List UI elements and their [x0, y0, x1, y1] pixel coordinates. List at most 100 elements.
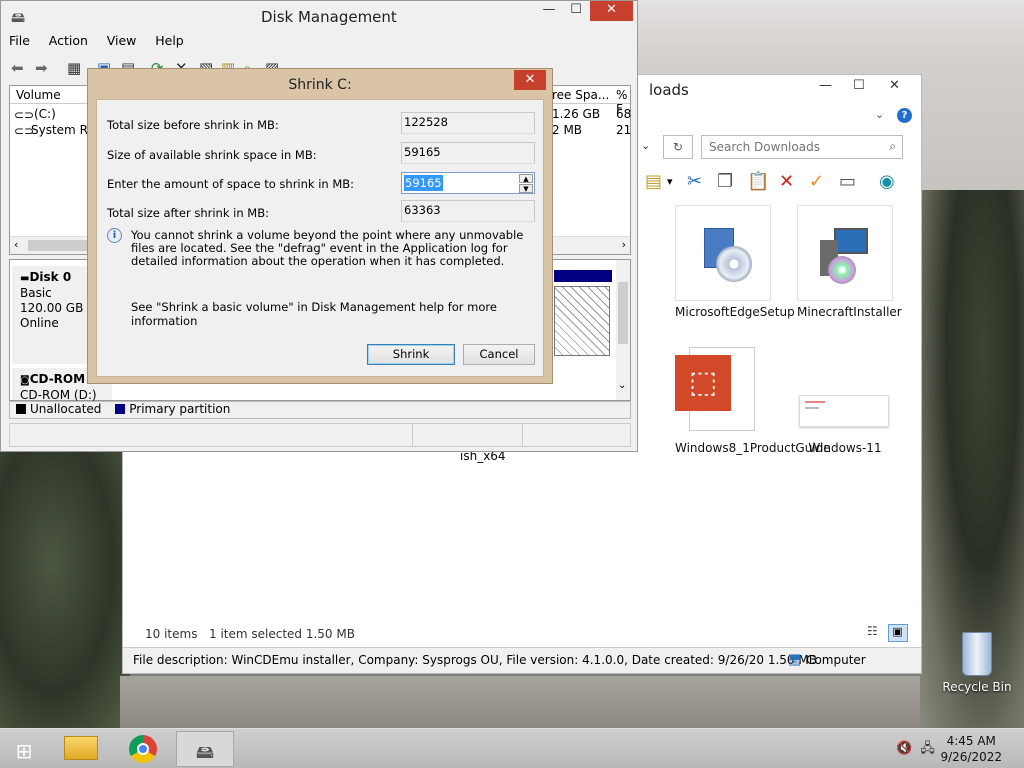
- file-name: Windows-11: [808, 441, 882, 455]
- chrome-icon: [129, 735, 157, 763]
- recycle-bin-icon: [962, 632, 992, 676]
- menu-file[interactable]: File: [9, 33, 30, 48]
- free-space: 2 MB: [552, 123, 583, 137]
- paste-icon[interactable]: 📋: [747, 171, 769, 192]
- show-hide-tree-icon[interactable]: ▦: [67, 59, 81, 77]
- dialog-close-button[interactable]: ✕: [514, 70, 546, 90]
- help-icon[interactable]: ?: [897, 108, 912, 123]
- refresh-button[interactable]: ↻: [663, 135, 693, 159]
- computer-icon: 🖥: [787, 653, 803, 667]
- system-tray: 🔇 🖧: [896, 739, 935, 761]
- taskbar-disk-management[interactable]: 🖴: [176, 731, 234, 767]
- cdrom-name-text: CD-ROM: [29, 372, 86, 386]
- column-free-space[interactable]: ree Spa...: [552, 88, 609, 102]
- menu-help[interactable]: Help: [155, 33, 184, 48]
- back-arrow-icon[interactable]: ⬅: [11, 59, 24, 77]
- volume-name: (C:): [34, 107, 56, 121]
- large-icons-view-icon[interactable]: ▣: [887, 624, 908, 642]
- dm-close-button[interactable]: ✕: [590, 1, 633, 21]
- properties-icon[interactable]: ▤: [645, 171, 662, 192]
- address-dropdown-chevron-icon[interactable]: ⌄: [641, 139, 650, 152]
- view-buttons: ☷ ▣: [867, 624, 908, 642]
- search-input[interactable]: [702, 136, 872, 158]
- cdrom-icon: ◙: [20, 375, 30, 386]
- network-icon[interactable]: 🖧: [920, 741, 935, 756]
- file-tile[interactable]: ⬚ Windows8_1ProductGuide: [675, 341, 831, 456]
- recycle-bin[interactable]: Recycle Bin: [942, 632, 1012, 694]
- primary-swatch: [115, 404, 126, 414]
- dialog-title: Shrink C:: [288, 77, 352, 93]
- menu-bar: File Action View Help: [9, 33, 199, 53]
- check-icon[interactable]: ✓: [809, 171, 824, 192]
- percent-free: 21: [616, 123, 632, 137]
- enter-amount-label: Enter the amount of space to shrink in M…: [107, 177, 355, 191]
- shrink-button[interactable]: Shrink: [367, 344, 455, 365]
- forward-arrow-icon[interactable]: ➡: [35, 59, 48, 77]
- menu-action[interactable]: Action: [49, 33, 88, 48]
- drive-icon: ⊂⊃: [14, 108, 35, 122]
- taskbar-file-explorer[interactable]: [52, 731, 110, 767]
- info-icon: i: [107, 228, 122, 243]
- recycle-bin-label: Recycle Bin: [942, 680, 1012, 694]
- percent-free: 68: [616, 107, 632, 121]
- installer-computer-icon: [797, 205, 893, 301]
- dm-minimize-button[interactable]: —: [535, 1, 563, 21]
- spin-down-icon[interactable]: ▼: [519, 184, 533, 193]
- total-after-label: Total size after shrink in MB:: [107, 206, 269, 220]
- partition-header-bar: [554, 270, 612, 282]
- menu-view[interactable]: View: [107, 33, 137, 48]
- vertical-scroll-thumb[interactable]: [618, 282, 628, 344]
- explorer-minimize-button[interactable]: —: [819, 78, 832, 93]
- unallocated-swatch: [16, 404, 26, 414]
- free-space: 1.26 GB: [552, 107, 601, 121]
- file-tile[interactable]: MinecraftInstaller: [797, 205, 902, 320]
- disk-management-icon: 🖴: [195, 742, 215, 763]
- status-selection: 1 item selected 1.50 MB: [209, 627, 355, 641]
- explorer-title: loads: [649, 81, 689, 99]
- scroll-down-icon[interactable]: ⌄: [618, 380, 626, 391]
- available-value: 59165: [401, 142, 535, 164]
- scroll-right-icon[interactable]: ›: [622, 238, 626, 251]
- explorer-maximize-button[interactable]: ☐: [853, 78, 865, 93]
- location-label: 🖥 Computer: [787, 653, 866, 667]
- ribbon-expand-chevron-icon[interactable]: ⌄: [875, 108, 884, 121]
- delete-icon[interactable]: ✕: [779, 171, 794, 192]
- clock-date: 9/26/2022: [940, 750, 1002, 764]
- taskbar-chrome[interactable]: [114, 731, 172, 767]
- start-button[interactable]: ⊞: [0, 731, 48, 767]
- spin-up-icon[interactable]: ▲: [519, 174, 533, 183]
- explorer-close-button[interactable]: ✕: [889, 78, 900, 93]
- desktop-wallpaper-left: [0, 452, 130, 730]
- text-document-icon: [797, 341, 893, 437]
- partition-hatched[interactable]: [554, 286, 610, 356]
- shrink-amount-input[interactable]: 59165: [404, 175, 443, 191]
- copy-icon[interactable]: ❐: [717, 171, 733, 192]
- toolbar-dropdown-icon[interactable]: ▾: [667, 175, 673, 188]
- rename-icon[interactable]: ▭: [839, 171, 856, 192]
- total-after-value: 63363: [401, 200, 535, 222]
- shrink-amount-stepper[interactable]: 59165 ▲ ▼: [401, 172, 535, 194]
- details-view-icon[interactable]: ☷: [867, 624, 878, 638]
- disk-management-app-icon: 🖴: [11, 10, 26, 26]
- globe-icon[interactable]: ◉: [879, 171, 895, 192]
- column-volume[interactable]: Volume: [16, 88, 61, 102]
- file-tile[interactable]: Windows-11: [797, 341, 893, 456]
- details-bar: File description: WinCDEmu installer, Co…: [123, 647, 921, 673]
- search-box[interactable]: ⌕: [701, 135, 903, 159]
- shrink-dialog: Shrink C: ✕ Total size before shrink in …: [87, 68, 553, 384]
- pdf-document-icon: ⬚: [675, 341, 771, 437]
- info-text: You cannot shrink a volume beyond the po…: [131, 228, 524, 268]
- legend-unallocated: Unallocated: [30, 402, 102, 416]
- available-label: Size of available shrink space in MB:: [107, 148, 317, 162]
- disk0-name-text: Disk 0: [29, 270, 72, 284]
- installer-disc-icon: [675, 205, 771, 301]
- volume-muted-icon[interactable]: 🔇: [896, 741, 912, 756]
- cut-icon[interactable]: ✂: [687, 171, 702, 192]
- file-tile[interactable]: MicrosoftEdgeSetup: [675, 205, 795, 320]
- total-before-value: 122528: [401, 112, 535, 134]
- scroll-left-icon[interactable]: ‹: [14, 238, 18, 251]
- cancel-button[interactable]: Cancel: [463, 344, 535, 365]
- clock[interactable]: 4:45 AM 9/26/2022: [940, 733, 1002, 765]
- dm-maximize-button[interactable]: ☐: [563, 1, 589, 21]
- vertical-scrollbar[interactable]: ⌄: [616, 260, 630, 400]
